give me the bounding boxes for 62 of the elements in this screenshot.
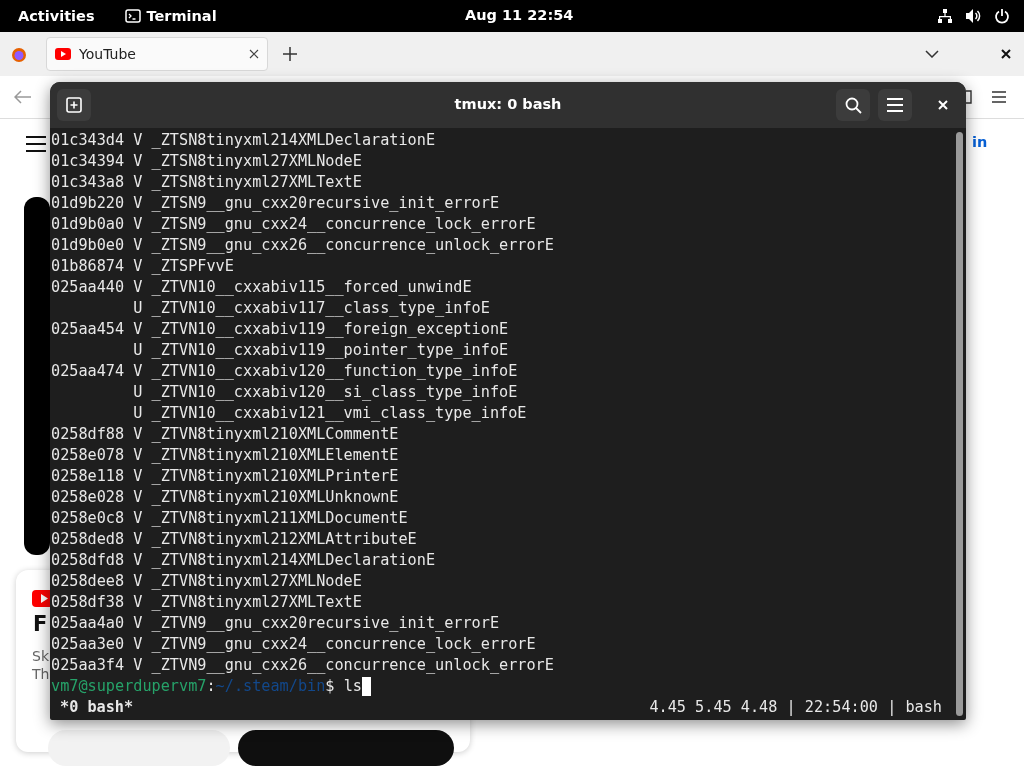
output-line: 01c34394 V _ZTSN8tinyxml27XMLNodeE <box>51 151 362 172</box>
output-line: 01d9b0e0 V _ZTSN9__gnu_cxx26__concurrence_unlock_errorE <box>51 235 554 256</box>
output-line: 0258e118 V _ZTVN8tinyxml210XMLPrinterE <box>51 466 399 487</box>
output-line: 01b86874 V _ZTSPFvvE <box>51 256 234 277</box>
app-menu-label[interactable]: Terminal <box>146 8 217 24</box>
menu-icon <box>887 98 903 112</box>
power-icon[interactable] <box>994 8 1010 24</box>
output-line: U _ZTVN10__cxxabiv117__class_type_infoE <box>132 298 490 319</box>
output-line: 0258dfd8 V _ZTVN8tinyxml214XMLDeclarationE <box>51 550 436 571</box>
browser-logo-icon[interactable] <box>11 47 27 63</box>
sign-in-link[interactable]: in <box>972 134 988 150</box>
output-line: 025aa3f4 V _ZTVN9__gnu_cxx26__concurrence_unlock_errorE <box>51 655 554 676</box>
plus-box-icon <box>66 97 82 113</box>
chevron-down-icon[interactable] <box>925 50 939 58</box>
output-line: 025aa4a0 V _ZTVN9__gnu_cxx20recursive_init_errorE <box>51 613 500 634</box>
video-thumbnail[interactable] <box>24 197 50 555</box>
menu-icon[interactable] <box>26 136 46 152</box>
output-line: 0258df38 V _ZTVN8tinyxml27XMLTextE <box>51 592 362 613</box>
output-line: 025aa3e0 V _ZTVN9__gnu_cxx24__concurrence_lock_errorE <box>51 634 536 655</box>
promo-text: Th <box>32 666 50 682</box>
output-line: 025aa474 V _ZTVN10__cxxabiv120__function_type_infoE <box>51 361 518 382</box>
output-line: 01d9b220 V _ZTSN9__gnu_cxx20recursive_init_errorE <box>51 193 500 214</box>
network-icon[interactable] <box>937 8 953 24</box>
tmux-window-label[interactable]: *0 bash* <box>60 697 134 718</box>
claim-button[interactable] <box>238 730 454 766</box>
output-line: 01c343d4 V _ZTSN8tinyxml214XMLDeclarationE <box>51 130 436 151</box>
close-icon[interactable] <box>1001 49 1011 59</box>
new-tab-button[interactable] <box>57 89 91 121</box>
search-button[interactable] <box>836 89 870 121</box>
tab-title: YouTube <box>79 46 137 62</box>
clock[interactable]: Aug 11 22:54 <box>465 7 574 23</box>
close-icon <box>938 100 948 110</box>
output-line: 0258e0c8 V _ZTVN8tinyxml211XMLDocumentE <box>51 508 408 529</box>
output-line: U _ZTVN10__cxxabiv121__vmi_class_type_infoE <box>132 403 527 424</box>
terminal-icon <box>124 9 141 23</box>
search-icon <box>844 96 862 114</box>
new-tab-icon[interactable] <box>283 47 297 61</box>
text-cursor <box>361 677 371 696</box>
window-title: tmux: 0 bash <box>454 96 562 112</box>
output-line: U _ZTVN10__cxxabiv120__si_class_type_infoE <box>132 382 518 403</box>
output-line: 0258e028 V _ZTVN8tinyxml210XMLUnknownE <box>51 487 399 508</box>
video-logo-icon <box>55 48 71 60</box>
promo-title: F <box>33 612 48 636</box>
output-line: 0258ded8 V _ZTVN8tinyxml212XMLAttributeE <box>51 529 417 550</box>
tmux-status-info: 4.45 5.45 4.48 | 22:54:00 | bash <box>649 697 942 718</box>
output-line: U _ZTVN10__cxxabiv119__pointer_type_infoE <box>132 340 509 361</box>
output-line: 0258df88 V _ZTVN8tinyxml210XMLCommentE <box>51 424 399 445</box>
scrollbar[interactable] <box>956 132 963 716</box>
output-line: 01d9b0a0 V _ZTSN9__gnu_cxx24__concurrence_lock_errorE <box>51 214 536 235</box>
browser-tab[interactable]: YouTube <box>46 37 268 71</box>
promo-text: Sk <box>32 648 49 664</box>
output-line: 025aa440 V _ZTVN10__cxxabiv115__forced_unwindE <box>51 277 472 298</box>
menu-button[interactable] <box>878 89 912 121</box>
output-line: 0258dee8 V _ZTVN8tinyxml27XMLNodeE <box>51 571 362 592</box>
close-icon[interactable] <box>249 49 259 59</box>
output-line: 0258e078 V _ZTVN8tinyxml210XMLElementE <box>51 445 399 466</box>
volume-icon[interactable] <box>965 8 982 24</box>
output-line: 025aa454 V _ZTVN10__cxxabiv119__foreign_exceptionE <box>51 319 509 340</box>
back-arrow-icon[interactable] <box>14 90 32 104</box>
prompt-line: vm7@superdupervm7:~/.steam/bin$ ls <box>51 676 362 697</box>
activities-button[interactable]: Activities <box>18 8 95 24</box>
output-line: 01c343a8 V _ZTSN8tinyxml27XMLTextE <box>51 172 362 193</box>
